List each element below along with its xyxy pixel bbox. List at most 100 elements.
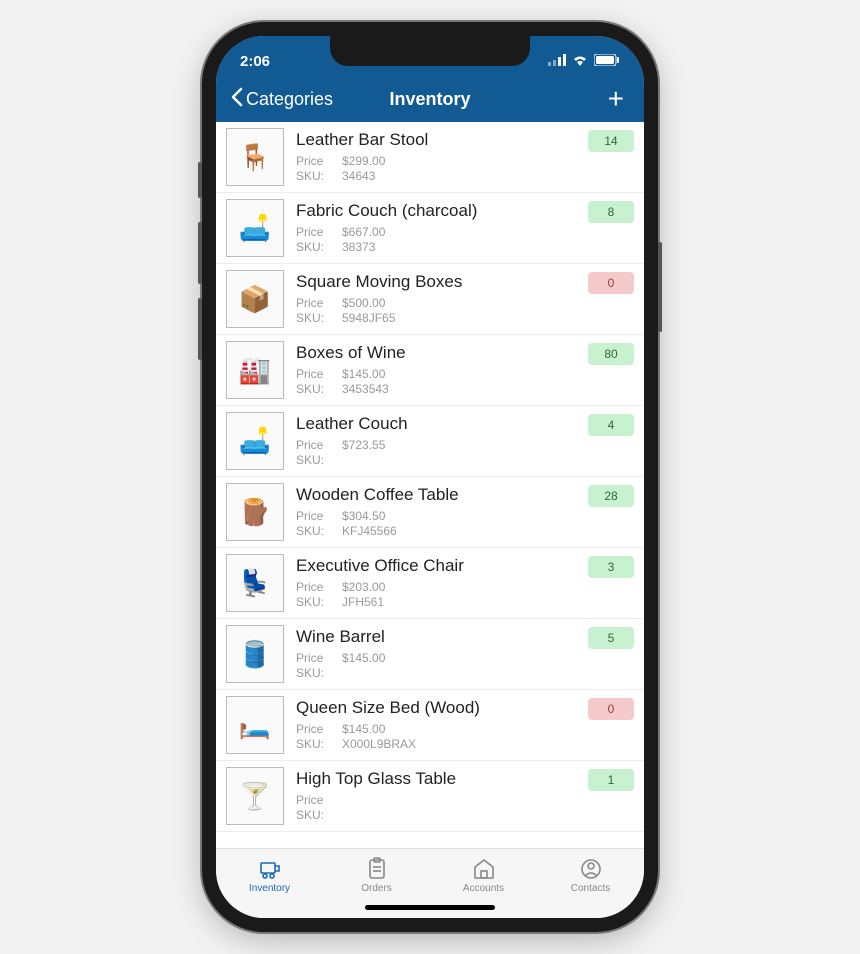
list-item[interactable]: 🍸High Top Glass TablePriceSKU:1 bbox=[216, 761, 644, 832]
item-name: Wooden Coffee Table bbox=[296, 485, 576, 505]
item-info: High Top Glass TablePriceSKU: bbox=[296, 767, 576, 822]
add-button[interactable]: + bbox=[608, 85, 630, 113]
item-info: Executive Office ChairPrice$203.00SKU:JF… bbox=[296, 554, 576, 609]
list-item[interactable]: 🛢️Wine BarrelPrice$145.00SKU: 5 bbox=[216, 619, 644, 690]
side-button bbox=[198, 222, 202, 284]
price-value: $299.00 bbox=[342, 154, 576, 168]
battery-icon bbox=[594, 53, 620, 70]
sku-value: 34643 bbox=[342, 169, 576, 183]
quantity-badge: 14 bbox=[588, 130, 634, 152]
sku-label: SKU: bbox=[296, 595, 342, 609]
price-label: Price bbox=[296, 651, 342, 665]
item-thumbnail: 🪑 bbox=[226, 128, 284, 186]
orders-icon bbox=[365, 857, 389, 881]
sku-label: SKU: bbox=[296, 737, 342, 751]
item-name: Boxes of Wine bbox=[296, 343, 576, 363]
item-thumbnail: 🛢️ bbox=[226, 625, 284, 683]
sku-value: 38373 bbox=[342, 240, 576, 254]
quantity-badge: 0 bbox=[588, 698, 634, 720]
price-label: Price bbox=[296, 154, 342, 168]
sku-label: SKU: bbox=[296, 666, 342, 680]
price-label: Price bbox=[296, 580, 342, 594]
item-thumbnail: 🛋️ bbox=[226, 199, 284, 257]
item-meta: Price$667.00SKU:38373 bbox=[296, 225, 576, 254]
tab-inventory[interactable]: Inventory bbox=[216, 849, 323, 902]
side-button bbox=[198, 298, 202, 360]
tab-orders[interactable]: Orders bbox=[323, 849, 430, 902]
sku-label: SKU: bbox=[296, 524, 342, 538]
accounts-icon bbox=[472, 857, 496, 881]
item-info: Leather CouchPrice$723.55SKU: bbox=[296, 412, 576, 467]
price-value: $145.00 bbox=[342, 722, 576, 736]
list-item[interactable]: 💺Executive Office ChairPrice$203.00SKU:J… bbox=[216, 548, 644, 619]
sku-value: 5948JF65 bbox=[342, 311, 576, 325]
chevron-left-icon bbox=[230, 87, 244, 112]
item-meta: Price$145.00SKU:X000L9BRAX bbox=[296, 722, 576, 751]
page-title: Inventory bbox=[389, 89, 470, 110]
back-button[interactable]: Categories bbox=[230, 87, 333, 112]
price-value: $500.00 bbox=[342, 296, 576, 310]
item-info: Boxes of Wine Price$145.00SKU:3453543 bbox=[296, 341, 576, 396]
list-item[interactable]: 🛏️ Queen Size Bed (Wood) Price$145.00SKU:X… bbox=[216, 690, 644, 761]
sku-label: SKU: bbox=[296, 240, 342, 254]
quantity-badge: 28 bbox=[588, 485, 634, 507]
wifi-icon bbox=[571, 53, 589, 70]
list-item[interactable]: 🏭Boxes of WinePrice$145.00SKU:345354380 bbox=[216, 335, 644, 406]
price-label: Price bbox=[296, 438, 342, 452]
price-value: $667.00 bbox=[342, 225, 576, 239]
item-thumbnail: 🛋️ bbox=[226, 412, 284, 470]
item-meta: Price$145.00SKU:3453543 bbox=[296, 367, 576, 396]
inventory-list[interactable]: 🪑Leather Bar StoolPrice$299.00SKU:346431… bbox=[216, 122, 644, 848]
nav-bar: Categories Inventory + bbox=[216, 76, 644, 122]
list-item[interactable]: 🪵Wooden Coffee TablePrice$304.50SKU:KFJ4… bbox=[216, 477, 644, 548]
price-value: $145.00 bbox=[342, 367, 576, 381]
item-thumbnail: 📦 bbox=[226, 270, 284, 328]
notch bbox=[330, 36, 530, 66]
price-value: $304.50 bbox=[342, 509, 576, 523]
sku-label: SKU: bbox=[296, 808, 342, 822]
tab-contacts[interactable]: Contacts bbox=[537, 849, 644, 902]
item-name: Square Moving Boxes bbox=[296, 272, 576, 292]
price-label: Price bbox=[296, 225, 342, 239]
item-name: Leather Bar Stool bbox=[296, 130, 576, 150]
item-name: Executive Office Chair bbox=[296, 556, 576, 576]
item-info: Wine BarrelPrice$145.00SKU: bbox=[296, 625, 576, 680]
sku-value: KFJ45566 bbox=[342, 524, 576, 538]
item-thumbnail: 🍸 bbox=[226, 767, 284, 825]
list-item[interactable]: 🪑Leather Bar StoolPrice$299.00SKU:346431… bbox=[216, 122, 644, 193]
quantity-badge: 3 bbox=[588, 556, 634, 578]
item-name: Queen Size Bed (Wood) bbox=[296, 698, 576, 718]
item-info: Wooden Coffee TablePrice$304.50SKU:KFJ45… bbox=[296, 483, 576, 538]
list-item[interactable]: 🛋️Leather CouchPrice$723.55SKU: 4 bbox=[216, 406, 644, 477]
signal-icon bbox=[548, 53, 566, 70]
item-meta: Price$145.00SKU: bbox=[296, 651, 576, 680]
quantity-badge: 80 bbox=[588, 343, 634, 365]
item-thumbnail: 🛏️ bbox=[226, 696, 284, 754]
price-label: Price bbox=[296, 296, 342, 310]
sku-value bbox=[342, 453, 576, 467]
price-value: $145.00 bbox=[342, 651, 576, 665]
item-thumbnail: 💺 bbox=[226, 554, 284, 612]
quantity-badge: 5 bbox=[588, 627, 634, 649]
screen: 2:06 Categories Inventory bbox=[216, 36, 644, 918]
sku-value: 3453543 bbox=[342, 382, 576, 396]
side-button bbox=[658, 242, 662, 332]
back-label: Categories bbox=[246, 89, 333, 110]
sku-value: X000L9BRAX bbox=[342, 737, 576, 751]
quantity-badge: 0 bbox=[588, 272, 634, 294]
side-button bbox=[198, 162, 202, 198]
home-indicator[interactable] bbox=[365, 905, 495, 910]
tab-label: Orders bbox=[361, 883, 392, 894]
quantity-badge: 4 bbox=[588, 414, 634, 436]
list-item[interactable]: 📦Square Moving BoxesPrice$500.00SKU:5948… bbox=[216, 264, 644, 335]
price-value: $203.00 bbox=[342, 580, 576, 594]
item-info: Leather Bar StoolPrice$299.00SKU:34643 bbox=[296, 128, 576, 183]
phone-frame: 2:06 Categories Inventory bbox=[202, 22, 658, 932]
list-item[interactable]: 🛋️Fabric Couch (charcoal)Price$667.00SKU… bbox=[216, 193, 644, 264]
sku-label: SKU: bbox=[296, 382, 342, 396]
plus-icon: + bbox=[608, 83, 624, 114]
tab-accounts[interactable]: Accounts bbox=[430, 849, 537, 902]
sku-value bbox=[342, 808, 576, 822]
price-label: Price bbox=[296, 367, 342, 381]
price-value bbox=[342, 793, 576, 807]
